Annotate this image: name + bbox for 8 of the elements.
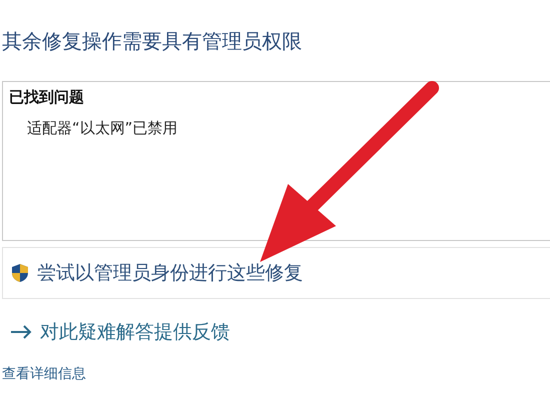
details-link[interactable]: 查看详细信息 — [2, 365, 550, 383]
feedback-link[interactable]: 对此疑难解答提供反馈 — [10, 319, 230, 345]
shield-icon — [11, 263, 29, 283]
admin-fix-button[interactable]: 尝试以管理员身份进行这些修复 — [2, 247, 550, 299]
arrow-right-icon — [10, 325, 32, 339]
problem-item: 适配器“以太网”已禁用 — [27, 119, 179, 138]
heading: 其余修复操作需要具有管理员权限 — [2, 28, 303, 55]
problems-title: 已找到问题 — [9, 88, 85, 107]
